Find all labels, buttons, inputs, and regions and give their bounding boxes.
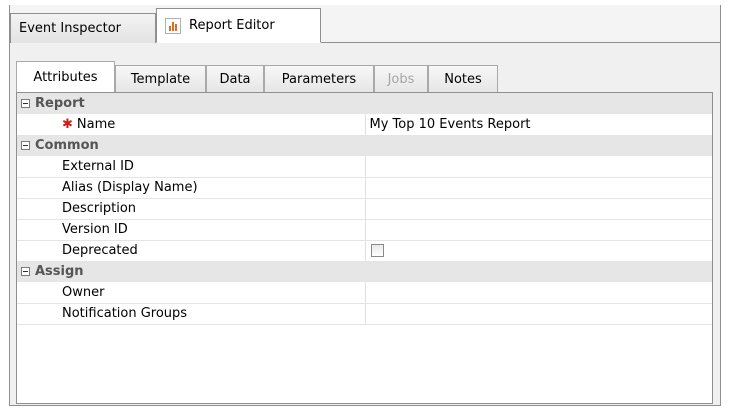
tab-template[interactable]: Template	[115, 65, 206, 92]
tab-event-inspector-label: Event Inspector	[19, 21, 122, 36]
property-value-owner[interactable]	[364, 282, 712, 304]
property-label-deprecated: Deprecated	[17, 240, 365, 262]
tab-template-label: Template	[130, 71, 191, 87]
collapse-icon[interactable]	[21, 267, 30, 277]
report-editor-window: Event Inspector Report Editor Attributes…	[9, 5, 721, 406]
editor-tab-bar: Event Inspector Report Editor	[10, 5, 720, 43]
property-row-alias[interactable]: Alias (Display Name)	[17, 177, 712, 199]
property-label-external-id: External ID	[17, 156, 365, 178]
property-value-alias[interactable]	[364, 177, 712, 199]
tab-notes-label: Notes	[444, 71, 482, 87]
required-asterisk-icon: ✱	[62, 116, 73, 132]
property-label-name: Name	[76, 116, 116, 132]
section-common-title: Common	[35, 138, 99, 154]
tab-parameters[interactable]: Parameters	[264, 65, 374, 92]
property-row-deprecated[interactable]: Deprecated	[17, 240, 712, 262]
tab-attributes[interactable]: Attributes	[16, 61, 115, 92]
tab-report-editor[interactable]: Report Editor	[156, 8, 321, 43]
property-row-description[interactable]: Description	[17, 198, 712, 220]
property-label-owner: Owner	[17, 282, 365, 304]
tab-data[interactable]: Data	[206, 65, 264, 92]
tab-data-label: Data	[219, 71, 251, 87]
editor-content: Attributes Template Data Parameters Jobs…	[10, 43, 720, 405]
tab-report-editor-label: Report Editor	[189, 18, 275, 33]
tab-parameters-label: Parameters	[281, 71, 357, 87]
tab-attributes-label: Attributes	[33, 69, 98, 85]
section-assign[interactable]: Assign	[17, 261, 712, 282]
tab-notes[interactable]: Notes	[428, 65, 498, 92]
property-value-version-id[interactable]	[364, 219, 712, 241]
tab-jobs-label: Jobs	[387, 71, 415, 87]
section-report[interactable]: Report	[17, 93, 712, 114]
property-label-alias: Alias (Display Name)	[17, 177, 365, 199]
property-row-external-id[interactable]: External ID	[17, 156, 712, 178]
property-value-external-id[interactable]	[364, 156, 712, 178]
property-row-owner[interactable]: Owner	[17, 282, 712, 304]
section-report-title: Report	[35, 96, 85, 111]
property-row-name[interactable]: ✱ Name My Top 10 Events Report	[17, 114, 712, 136]
report-chart-icon	[165, 17, 181, 34]
section-assign-title: Assign	[35, 264, 84, 280]
attributes-property-sheet: Report ✱ Name My Top 10 Events Report Com…	[16, 92, 713, 404]
property-row-notification-groups[interactable]: Notification Groups	[17, 303, 712, 325]
collapse-icon[interactable]	[21, 141, 30, 151]
property-row-version-id[interactable]: Version ID	[17, 219, 712, 241]
collapse-icon[interactable]	[21, 99, 30, 108]
tab-jobs: Jobs	[374, 65, 428, 92]
property-label-version-id: Version ID	[17, 219, 365, 241]
deprecated-checkbox[interactable]	[370, 244, 384, 257]
property-value-name[interactable]: My Top 10 Events Report	[364, 114, 712, 136]
property-value-notification-groups[interactable]	[364, 303, 712, 325]
property-label-notification-groups: Notification Groups	[17, 303, 365, 325]
property-value-deprecated[interactable]	[364, 240, 712, 262]
property-label-description: Description	[17, 198, 365, 220]
tab-event-inspector[interactable]: Event Inspector	[10, 13, 156, 43]
property-value-description[interactable]	[364, 198, 712, 220]
section-common[interactable]: Common	[17, 135, 712, 156]
